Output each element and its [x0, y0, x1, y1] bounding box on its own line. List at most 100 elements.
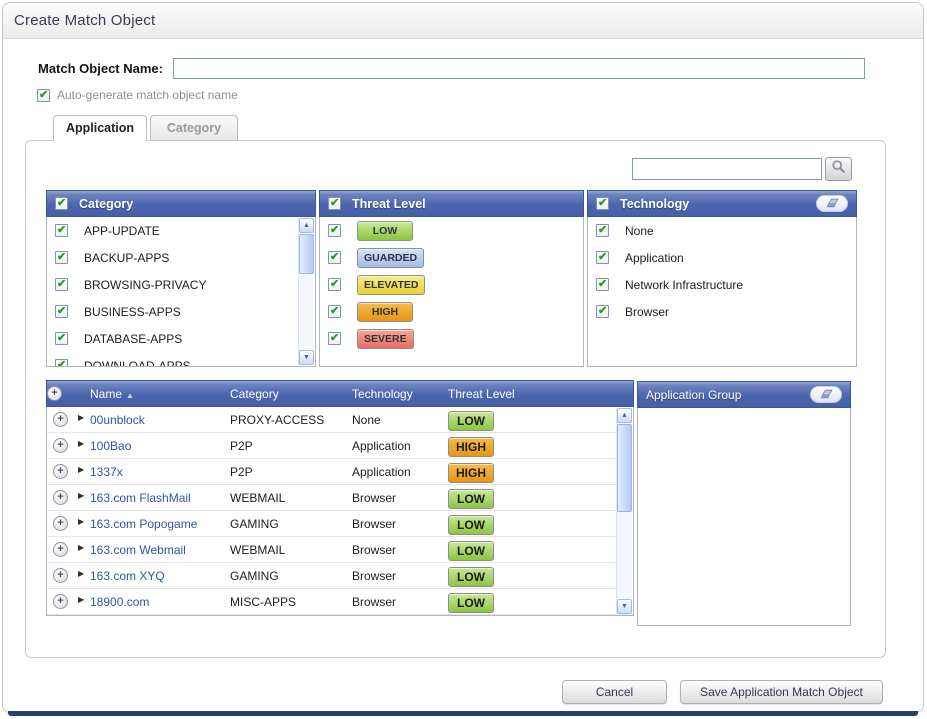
expand-arrow-icon[interactable]: ▶: [78, 491, 84, 500]
match-object-name-input[interactable]: [173, 58, 865, 79]
add-all-icon[interactable]: [47, 386, 62, 401]
scroll-thumb[interactable]: [617, 424, 632, 512]
technology-item-checkbox[interactable]: [596, 251, 609, 264]
threat-level-item-checkbox[interactable]: [328, 332, 341, 345]
threat-level-item-checkbox[interactable]: [328, 278, 341, 291]
eraser-icon: [818, 386, 834, 404]
technology-item-checkbox[interactable]: [596, 278, 609, 291]
category-item-checkbox[interactable]: [55, 224, 68, 237]
technology-item: Network Infrastructure: [588, 271, 856, 298]
category-item-label: BACKUP-APPS: [84, 251, 169, 265]
app-name-link[interactable]: 163.com Popogame: [90, 517, 197, 531]
application-tab-panel: Category APP-UPDATE BACKUP-APPS BROWSING…: [25, 140, 886, 658]
table-row[interactable]: ▶ 00unblock PROXY-ACCESS None LOW: [47, 407, 633, 433]
category-item-checkbox[interactable]: [55, 359, 68, 367]
autogen-checkbox[interactable]: [37, 89, 50, 102]
threat-badge: LOW: [448, 489, 494, 509]
add-application-icon[interactable]: [53, 516, 68, 531]
category-item-label: BROWSING-PRIVACY: [84, 278, 206, 292]
app-category: GAMING: [230, 517, 279, 531]
expand-arrow-icon[interactable]: ▶: [78, 543, 84, 552]
app-technology: None: [352, 413, 381, 427]
scroll-thumb[interactable]: [299, 234, 314, 274]
expand-arrow-icon[interactable]: ▶: [78, 465, 84, 474]
scroll-up-icon[interactable]: ▲: [617, 408, 632, 423]
technology-filter-title: Technology: [620, 197, 689, 211]
expand-arrow-icon[interactable]: ▶: [78, 439, 84, 448]
threat-level-item: SEVERE: [320, 325, 583, 352]
threat-level-select-all-checkbox[interactable]: [328, 197, 341, 210]
app-category: WEBMAIL: [230, 543, 285, 557]
column-header-technology[interactable]: Technology: [352, 387, 413, 401]
app-name-link[interactable]: 18900.com: [90, 595, 149, 609]
cancel-button[interactable]: Cancel: [562, 680, 667, 704]
column-header-name[interactable]: Name▲: [90, 387, 134, 401]
threat-badge: LOW: [448, 567, 494, 587]
category-filter-title: Category: [79, 197, 133, 211]
table-row[interactable]: ▶ 163.com XYQ GAMING Browser LOW: [47, 563, 633, 589]
applications-scrollbar[interactable]: ▲ ▼: [616, 408, 632, 614]
app-category: WEBMAIL: [230, 491, 285, 505]
scroll-down-icon[interactable]: ▼: [617, 599, 632, 614]
application-group-clear-button[interactable]: [810, 386, 842, 403]
category-item-checkbox[interactable]: [55, 305, 68, 318]
app-technology: Browser: [352, 595, 396, 609]
technology-item: Application: [588, 244, 856, 271]
add-application-icon[interactable]: [53, 464, 68, 479]
add-application-icon[interactable]: [53, 490, 68, 505]
expand-arrow-icon[interactable]: ▶: [78, 413, 84, 422]
app-name-link[interactable]: 163.com Webmail: [90, 543, 186, 557]
table-row[interactable]: ▶ 163.com FlashMail WEBMAIL Browser LOW: [47, 485, 633, 511]
app-name-link[interactable]: 163.com XYQ: [90, 569, 165, 583]
app-name-link[interactable]: 00unblock: [90, 413, 145, 427]
scroll-up-icon[interactable]: ▲: [299, 218, 314, 233]
tab-application[interactable]: Application: [53, 115, 147, 141]
app-name-link[interactable]: 100Bao: [90, 439, 131, 453]
app-name-link[interactable]: 1337x: [90, 465, 123, 479]
threat-level-item-checkbox[interactable]: [328, 305, 341, 318]
add-application-icon[interactable]: [53, 412, 68, 427]
table-row[interactable]: ▶ 1337x P2P Application HIGH: [47, 459, 633, 485]
app-category: P2P: [230, 439, 253, 453]
category-scrollbar[interactable]: ▲ ▼: [298, 218, 314, 365]
threat-level-item-checkbox[interactable]: [328, 251, 341, 264]
column-header-threat-level[interactable]: Threat Level: [448, 387, 515, 401]
threat-level-item: ELEVATED: [320, 271, 583, 298]
technology-clear-button[interactable]: [816, 195, 848, 212]
technology-item-checkbox[interactable]: [596, 305, 609, 318]
category-item-checkbox[interactable]: [55, 251, 68, 264]
category-select-all-checkbox[interactable]: [55, 197, 68, 210]
table-row[interactable]: ▶ 163.com Webmail WEBMAIL Browser LOW: [47, 537, 633, 563]
column-header-category[interactable]: Category: [230, 387, 279, 401]
expand-arrow-icon[interactable]: ▶: [78, 569, 84, 578]
table-row[interactable]: ▶ 163.com Popogame GAMING Browser LOW: [47, 511, 633, 537]
app-technology: Application: [352, 465, 411, 479]
application-group-list[interactable]: [637, 408, 851, 626]
scroll-down-icon[interactable]: ▼: [299, 350, 314, 365]
technology-filter-header: Technology: [587, 190, 857, 217]
application-group-title: Application Group: [646, 388, 741, 402]
table-row[interactable]: ▶ 18900.com MISC-APPS Browser LOW: [47, 589, 633, 615]
add-application-icon[interactable]: [53, 542, 68, 557]
table-row[interactable]: ▶ 100Bao P2P Application HIGH: [47, 433, 633, 459]
expand-arrow-icon[interactable]: ▶: [78, 595, 84, 604]
app-name-link[interactable]: 163.com FlashMail: [90, 491, 191, 505]
save-application-match-object-button[interactable]: Save Application Match Object: [680, 680, 883, 704]
category-item-checkbox[interactable]: [55, 332, 68, 345]
tab-category[interactable]: Category: [150, 115, 238, 140]
category-item-checkbox[interactable]: [55, 278, 68, 291]
add-application-icon[interactable]: [53, 438, 68, 453]
technology-item-label: None: [625, 224, 654, 238]
expand-arrow-icon[interactable]: ▶: [78, 517, 84, 526]
autogen-row: Auto-generate match object name: [37, 88, 238, 102]
technology-item-checkbox[interactable]: [596, 224, 609, 237]
add-application-icon[interactable]: [53, 568, 68, 583]
search-input[interactable]: [632, 158, 822, 180]
add-application-icon[interactable]: [53, 594, 68, 609]
dialog-bottom-bar: [8, 711, 918, 716]
technology-select-all-checkbox[interactable]: [596, 197, 609, 210]
threat-level-item-checkbox[interactable]: [328, 224, 341, 237]
threat-badge: LOW: [448, 411, 494, 431]
threat-badge: HIGH: [357, 302, 413, 322]
search-button[interactable]: [825, 157, 852, 181]
